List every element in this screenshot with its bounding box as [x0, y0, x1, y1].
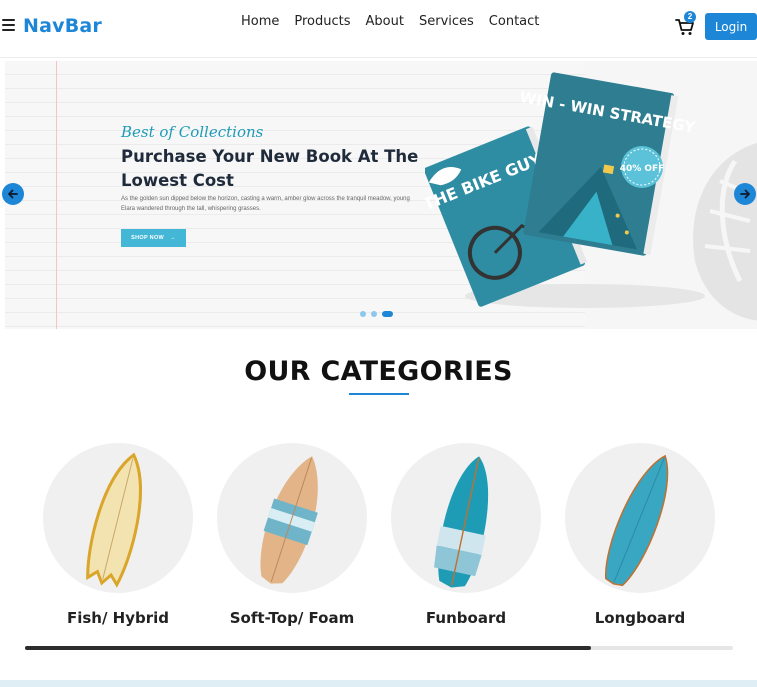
category-label: Longboard — [594, 609, 686, 627]
shop-now-button[interactable]: SHOP NOW → — [121, 229, 186, 247]
nav-link-products[interactable]: Products — [294, 14, 350, 29]
carousel-dots — [360, 311, 393, 317]
nav-link-about[interactable]: About — [366, 14, 404, 29]
notebook-margin-line — [56, 61, 57, 329]
nav-link-services[interactable]: Services — [419, 14, 474, 29]
surfboard-longboard-image — [605, 454, 669, 587]
carousel-prev-button[interactable] — [2, 183, 24, 205]
arrow-left-icon — [8, 189, 18, 199]
hero-carousel: Best of Collections Purchase Your New Bo… — [5, 61, 757, 329]
discount-text: 40% OFF — [620, 164, 665, 174]
next-section-edge — [0, 680, 757, 687]
books-illustration: THE BIKE GUY WIN - WIN STRATEGY 40% OFF — [425, 72, 705, 308]
arrow-right-small-icon: → — [170, 235, 176, 241]
carousel-dot-1[interactable] — [360, 311, 366, 317]
hero-script-heading: Best of Collections — [121, 123, 264, 141]
cart-count-badge: 2 — [684, 11, 696, 23]
nav-link-home[interactable]: Home — [241, 14, 279, 29]
category-label: Soft-Top/ Foam — [229, 609, 355, 627]
carousel-dot-2[interactable] — [371, 311, 377, 317]
heading-underline — [349, 393, 409, 395]
nav-links: Home Products About Services Contact — [241, 14, 554, 29]
brand-logo[interactable]: NavBar — [23, 15, 102, 37]
carousel-next-button[interactable] — [734, 183, 756, 205]
category-card-longboard[interactable]: Longboard — [565, 443, 715, 627]
surfboard-fish-image — [86, 452, 142, 588]
scrollbar-thumb[interactable] — [25, 646, 592, 650]
category-image-circle — [391, 443, 541, 593]
category-label: Funboard — [425, 609, 507, 627]
categories-scrollbar[interactable] — [25, 646, 733, 650]
surfboard-funboard-image — [434, 456, 489, 588]
shop-now-label: SHOP NOW — [131, 235, 165, 241]
arrow-right-icon — [740, 189, 750, 199]
carousel-dot-3[interactable] — [382, 311, 393, 317]
category-card-fish-hybrid[interactable]: Fish/ Hybrid — [43, 443, 193, 627]
category-label: Fish/ Hybrid — [66, 609, 170, 627]
category-card-soft-top[interactable]: Soft-Top/ Foam — [217, 443, 367, 627]
hero-title: Purchase Your New Book At The Lowest Cos… — [121, 147, 419, 190]
categories-heading: OUR CATEGORIES — [244, 356, 513, 387]
hamburger-icon[interactable] — [2, 19, 15, 31]
hero-description: As the golden sun dipped below the horiz… — [121, 196, 410, 212]
category-image-circle — [217, 443, 367, 593]
category-image-circle — [565, 443, 715, 593]
navbar: NavBar Home Products About Services Cont… — [0, 0, 757, 58]
login-button[interactable]: Login — [705, 13, 757, 40]
surfboard-softtop-image — [260, 456, 318, 584]
category-image-circle — [43, 443, 193, 593]
nav-link-contact[interactable]: Contact — [489, 14, 540, 29]
category-card-funboard[interactable]: Funboard — [391, 443, 541, 627]
svg-text:40% OFF: 40% OFF — [620, 164, 665, 174]
